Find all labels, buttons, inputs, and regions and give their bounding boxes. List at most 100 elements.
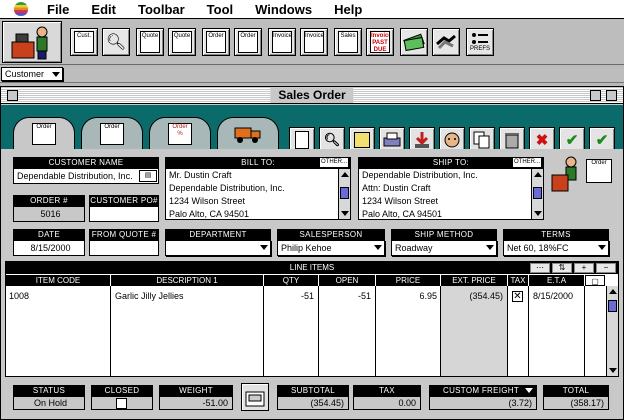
- menu-toolbar[interactable]: Toolbar: [127, 0, 196, 19]
- col-eta[interactable]: E.T.A: [529, 275, 584, 286]
- customer-po-label: CUSTOMER PO#: [89, 195, 159, 206]
- row-price[interactable]: 6.95: [376, 290, 437, 302]
- ship-to-other-button[interactable]: OTHER...: [512, 157, 542, 168]
- col-qty[interactable]: QTY: [264, 275, 318, 286]
- column-divider: [507, 286, 508, 376]
- ship-to-address[interactable]: Dependable Distribution, Inc. Attn: Dust…: [358, 168, 544, 220]
- tab-order[interactable]: Order: [13, 117, 75, 149]
- remove-line-icon[interactable]: −: [596, 263, 616, 273]
- new-invoice-button[interactable]: Invoice: [268, 28, 296, 56]
- ship-method-label: SHIP METHOD: [391, 229, 497, 240]
- order-search-icon: 🔍︎: [323, 132, 341, 147]
- sales-report-button[interactable]: Sales: [334, 28, 362, 56]
- contacts-button[interactable]: [432, 28, 460, 56]
- home-clerk-button[interactable]: [2, 21, 62, 63]
- menu-file[interactable]: File: [36, 0, 80, 19]
- customer-button[interactable]: Cust.: [70, 28, 98, 56]
- col-open[interactable]: OPEN: [319, 275, 375, 286]
- bill-to-scrollbar[interactable]: [338, 169, 350, 219]
- terms-value: Net 60, 18%FC: [507, 243, 569, 253]
- clerk-at-register-icon: [11, 26, 48, 60]
- line-sort-icon[interactable]: ⇅: [552, 263, 572, 273]
- order-tab-icon: Order: [32, 122, 56, 145]
- zoom-box-icon[interactable]: [590, 90, 601, 101]
- sales-doc-icon: Sales: [338, 31, 358, 53]
- col-price[interactable]: PRICE: [376, 275, 440, 286]
- scroll-up-icon: [609, 289, 617, 294]
- tab-new-order[interactable]: Order: [81, 117, 143, 149]
- row-eta[interactable]: 8/15/2000: [533, 290, 573, 302]
- new-quote-button[interactable]: Quote: [136, 28, 164, 56]
- tab-discounts[interactable]: Order %: [149, 117, 211, 149]
- date-label: DATE: [13, 229, 85, 240]
- column-divider: [584, 286, 585, 376]
- find-order-button[interactable]: Order: [234, 28, 262, 56]
- bill-to-line: Palo Alto, CA 94501: [169, 209, 250, 219]
- col-item-code[interactable]: ITEM CODE: [6, 275, 110, 286]
- customer-search-button[interactable]: 🔍︎: [102, 28, 130, 56]
- closed-checkbox[interactable]: [116, 398, 127, 409]
- row-item-code[interactable]: 1008: [9, 290, 29, 302]
- window-title-bar[interactable]: Sales Order: [1, 87, 623, 104]
- row-description[interactable]: Garlic Jilly Jellies: [115, 290, 184, 302]
- row-tax-checkbox[interactable]: ✕: [512, 291, 523, 302]
- quote-search-icon: Quote: [172, 31, 192, 53]
- line-items-scrollbar[interactable]: [606, 286, 618, 376]
- from-quote-label: FROM QUOTE #: [89, 229, 159, 240]
- terms-select[interactable]: Net 60, 18%FC: [503, 240, 609, 256]
- payments-button[interactable]: [400, 28, 428, 56]
- new-order-button[interactable]: Order: [202, 28, 230, 56]
- clerk-small-icon[interactable]: [549, 155, 583, 195]
- scroll-thumb: [340, 187, 349, 199]
- from-quote-input[interactable]: [89, 240, 159, 256]
- freight-select[interactable]: CUSTOM FREIGHT: [429, 385, 537, 396]
- find-quote-button[interactable]: Quote: [168, 28, 196, 56]
- date-input[interactable]: 8/15/2000: [13, 240, 85, 256]
- preferences-button[interactable]: PREFS: [466, 28, 494, 56]
- department-select[interactable]: [165, 240, 271, 256]
- discount-tab-icon: Order %: [168, 122, 192, 145]
- menu-edit[interactable]: Edit: [80, 0, 127, 19]
- col-description[interactable]: DESCRIPTION 1: [111, 275, 263, 286]
- apple-menu-icon[interactable]: [14, 2, 28, 16]
- scroll-down-icon: [341, 211, 349, 216]
- column-divider: [528, 286, 529, 376]
- collapse-box-icon[interactable]: [606, 90, 617, 101]
- bill-to-other-button[interactable]: OTHER...: [319, 157, 349, 168]
- main-toolbar: Cust. 🔍︎ Quote Quote Order Order Invoice…: [0, 19, 624, 65]
- add-line-icon[interactable]: +: [574, 263, 594, 273]
- customer-popup-value: Customer: [5, 69, 45, 79]
- col-tax[interactable]: TAX: [508, 275, 528, 286]
- scale-button[interactable]: [241, 383, 269, 411]
- ship-to-line: 1234 Wilson Street: [362, 196, 439, 206]
- customer-popup[interactable]: Customer: [1, 67, 63, 81]
- col-ext-price[interactable]: EXT. PRICE: [441, 275, 507, 286]
- ship-method-select[interactable]: Roadway: [391, 240, 497, 256]
- past-due-button[interactable]: Invoice PAST DUE: [366, 28, 394, 56]
- column-settings-icon[interactable]: ▢: [585, 275, 605, 286]
- menu-windows[interactable]: Windows: [244, 0, 323, 19]
- closed-field: [91, 396, 153, 410]
- bill-to-address[interactable]: Mr. Dustin Craft Dependable Distribution…: [165, 168, 351, 220]
- shipping-truck-icon: [234, 127, 261, 143]
- tab-shipping[interactable]: [217, 117, 279, 149]
- close-box-icon[interactable]: [7, 90, 18, 101]
- row-qty[interactable]: -51: [264, 290, 314, 302]
- ship-to-line: Palo Alto, CA 94501: [362, 209, 443, 219]
- customer-name-field[interactable]: Dependable Distribution, Inc. ▤: [13, 168, 159, 184]
- menu-tool[interactable]: Tool: [196, 0, 244, 19]
- order-doc-small-icon[interactable]: Order: [586, 159, 612, 183]
- tax-value: 0.00: [353, 396, 421, 410]
- row-open[interactable]: -51: [319, 290, 371, 302]
- ship-to-line: Attn: Dustin Craft: [362, 183, 431, 193]
- line-view-icon[interactable]: ⋯: [530, 263, 550, 273]
- customer-po-input[interactable]: [89, 206, 159, 222]
- menu-bar: File Edit Toolbar Tool Windows Help: [0, 0, 624, 19]
- menu-help[interactable]: Help: [323, 0, 373, 19]
- tax-label: TAX: [353, 385, 421, 396]
- customer-list-icon[interactable]: ▤: [139, 170, 157, 182]
- total-label: TOTAL: [543, 385, 609, 396]
- find-invoice-button[interactable]: Invoice: [300, 28, 328, 56]
- ship-to-scrollbar[interactable]: [531, 169, 543, 219]
- salesperson-select[interactable]: Philip Kehoe: [277, 240, 385, 256]
